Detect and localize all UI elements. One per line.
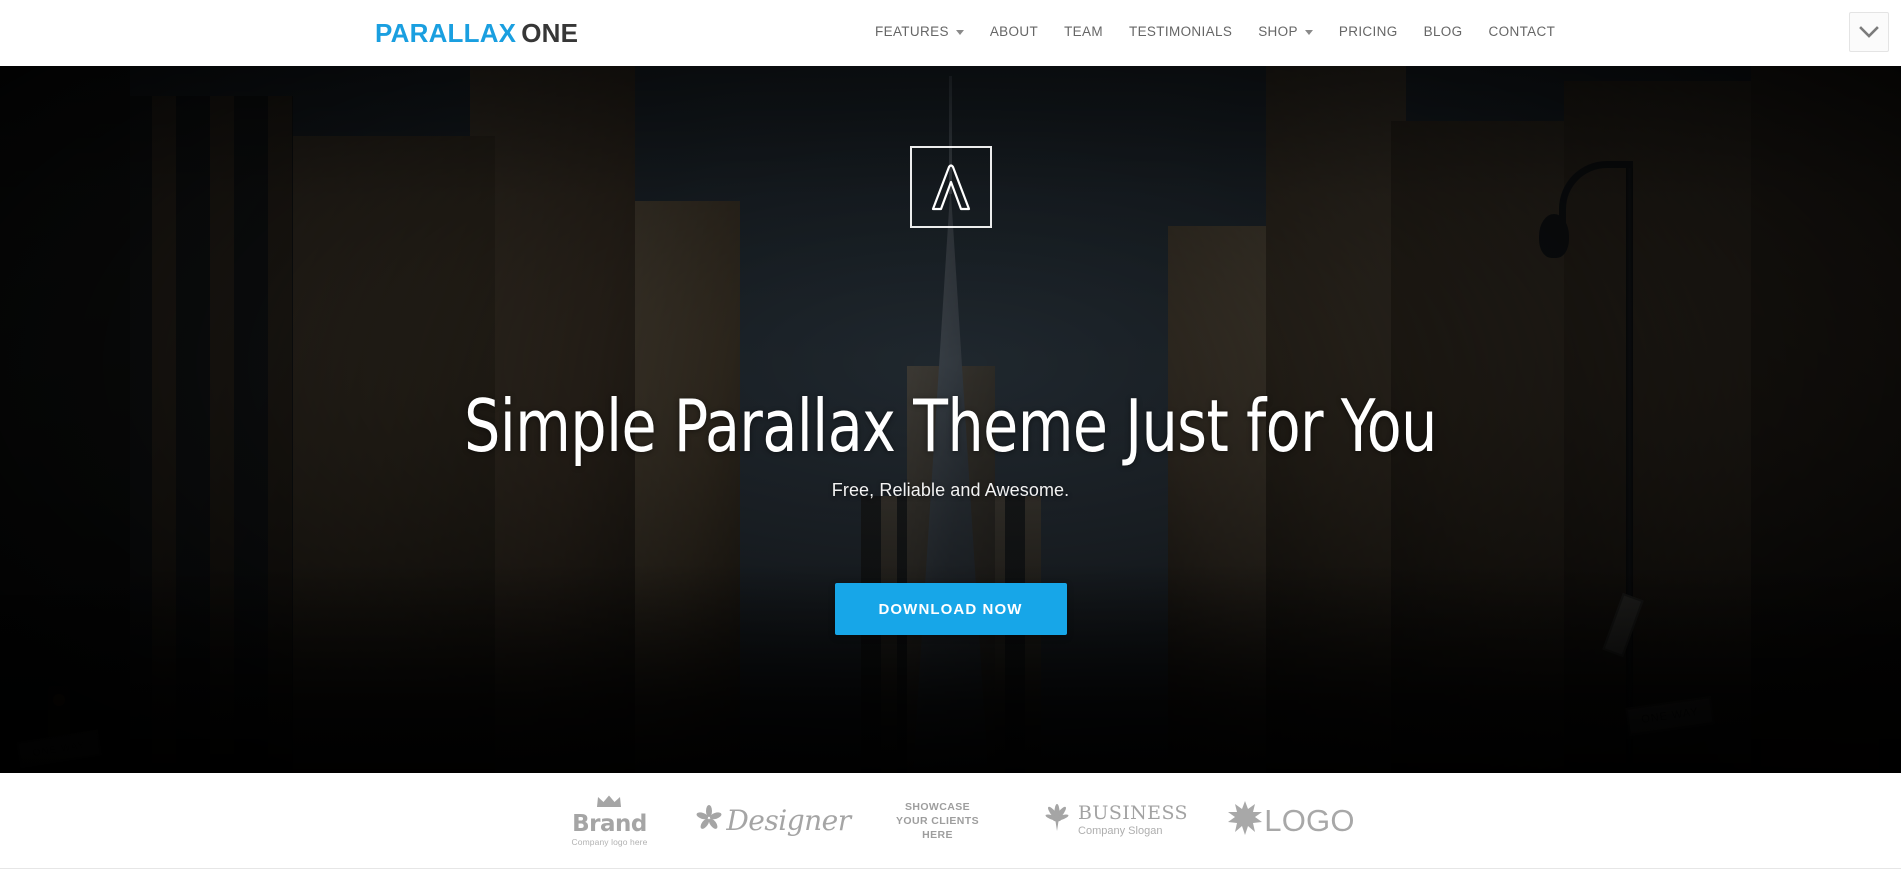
nav-label: TEAM: [1064, 24, 1103, 39]
hero-subtitle: Free, Reliable and Awesome.: [831, 480, 1070, 500]
logo-text-secondary: ONE: [521, 18, 579, 48]
nav-item-features[interactable]: FEATURES: [875, 22, 977, 42]
chevron-down-icon: [1304, 29, 1313, 35]
leaf-icon: [1041, 803, 1073, 838]
client-tagline: Company logo here: [571, 836, 648, 847]
main-navigation: FEATURES ABOUT TEAM TESTIMONIALS SHOP PR…: [875, 22, 1568, 42]
chevron-down-icon: [1859, 25, 1879, 39]
flower-icon: [696, 805, 722, 836]
download-now-button[interactable]: DOWNLOAD NOW: [834, 583, 1067, 635]
hero-content: Simple Parallax Theme Just for You Free,…: [0, 66, 1901, 773]
hero-section: ONE WAY ONE WAY Simple Parallax Theme Ju…: [0, 66, 1901, 773]
nav-label: SHOP: [1258, 24, 1298, 39]
site-header: PARALLAX ONE FEATURES ABOUT TEAM TESTIMON…: [0, 0, 1901, 66]
chevron-down-icon: [955, 29, 964, 35]
nav-item-about[interactable]: ABOUT: [977, 22, 1051, 42]
lambda-mark-icon: [909, 146, 992, 228]
nav-label: ABOUT: [989, 24, 1039, 39]
nav-item-contact[interactable]: CONTACT: [1476, 22, 1569, 42]
nav-label: CONTACT: [1488, 24, 1556, 39]
client-name: Brand: [572, 810, 647, 837]
nav-item-pricing[interactable]: PRICING: [1326, 22, 1411, 42]
client-tagline: Company Slogan: [1078, 825, 1163, 837]
showcase-line-2: YOUR CLIENTS: [896, 814, 979, 827]
page-bottom-divider: [0, 868, 1901, 869]
site-logo[interactable]: PARALLAX ONE: [375, 18, 578, 48]
nav-label: BLOG: [1423, 24, 1463, 39]
nav-label: FEATURES: [875, 24, 949, 39]
hero-title: Simple Parallax Theme Just for You: [464, 384, 1437, 468]
client-logos-strip: Brand Company logo here Designer SHOWCAS…: [0, 773, 1901, 868]
client-name: Designer: [726, 804, 851, 837]
crown-icon: [596, 795, 622, 812]
page-root: PARALLAX ONE FEATURES ABOUT TEAM TESTIMON…: [0, 0, 1901, 874]
client-logo-brand[interactable]: Brand Company logo here: [528, 786, 692, 856]
nav-item-testimonials[interactable]: TESTIMONIALS: [1116, 22, 1245, 42]
header-collapse-toggle[interactable]: [1849, 12, 1889, 52]
client-name: LOGO: [1264, 802, 1355, 838]
client-name: BUSINESS: [1078, 802, 1188, 824]
nav-item-shop[interactable]: SHOP: [1245, 22, 1326, 42]
nav-item-blog[interactable]: BLOG: [1411, 22, 1476, 42]
logo-text-primary: PARALLAX: [375, 18, 517, 48]
starburst-icon: [1228, 801, 1263, 840]
client-logo-showcase[interactable]: SHOWCASE YOUR CLIENTS HERE: [856, 786, 1020, 856]
nav-item-team[interactable]: TEAM: [1051, 22, 1116, 42]
client-logo-logo[interactable]: LOGO: [1210, 786, 1374, 856]
client-logo-business[interactable]: BUSINESS Company Slogan: [1020, 786, 1210, 856]
showcase-line-3: HERE: [922, 828, 953, 841]
showcase-line-1: SHOWCASE: [904, 800, 971, 813]
client-logo-designer[interactable]: Designer: [692, 786, 856, 856]
nav-label: TESTIMONIALS: [1128, 24, 1233, 39]
nav-label: PRICING: [1338, 24, 1398, 39]
